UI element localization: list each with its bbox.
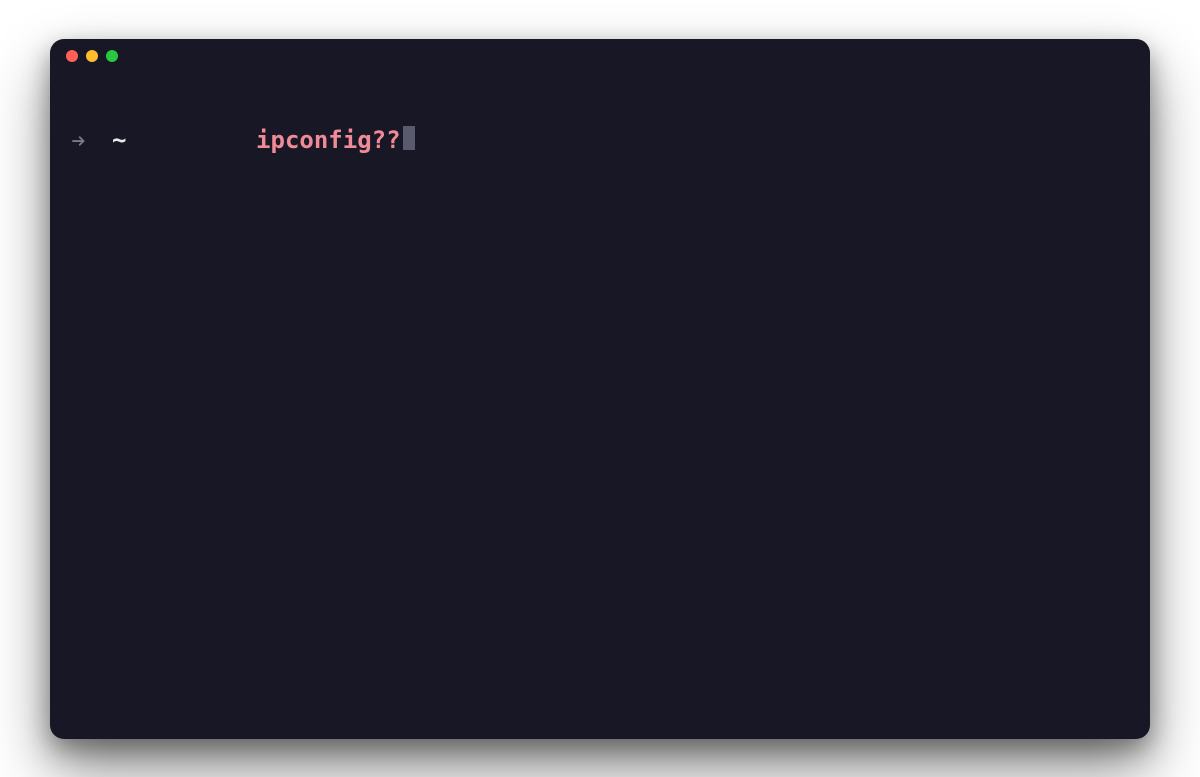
prompt-cwd: ~ — [112, 124, 126, 158]
prompt-command: ipconfig?? — [256, 126, 401, 154]
prompt-line: ~ ipconfig?? — [70, 91, 1130, 192]
titlebar — [50, 39, 1150, 73]
cursor-icon — [403, 126, 415, 150]
arrow-right-icon — [70, 132, 88, 150]
minimize-icon[interactable] — [86, 50, 98, 62]
terminal-body[interactable]: ~ ipconfig?? — [50, 73, 1150, 739]
close-icon[interactable] — [66, 50, 78, 62]
maximize-icon[interactable] — [106, 50, 118, 62]
terminal-window: ~ ipconfig?? — [50, 39, 1150, 739]
